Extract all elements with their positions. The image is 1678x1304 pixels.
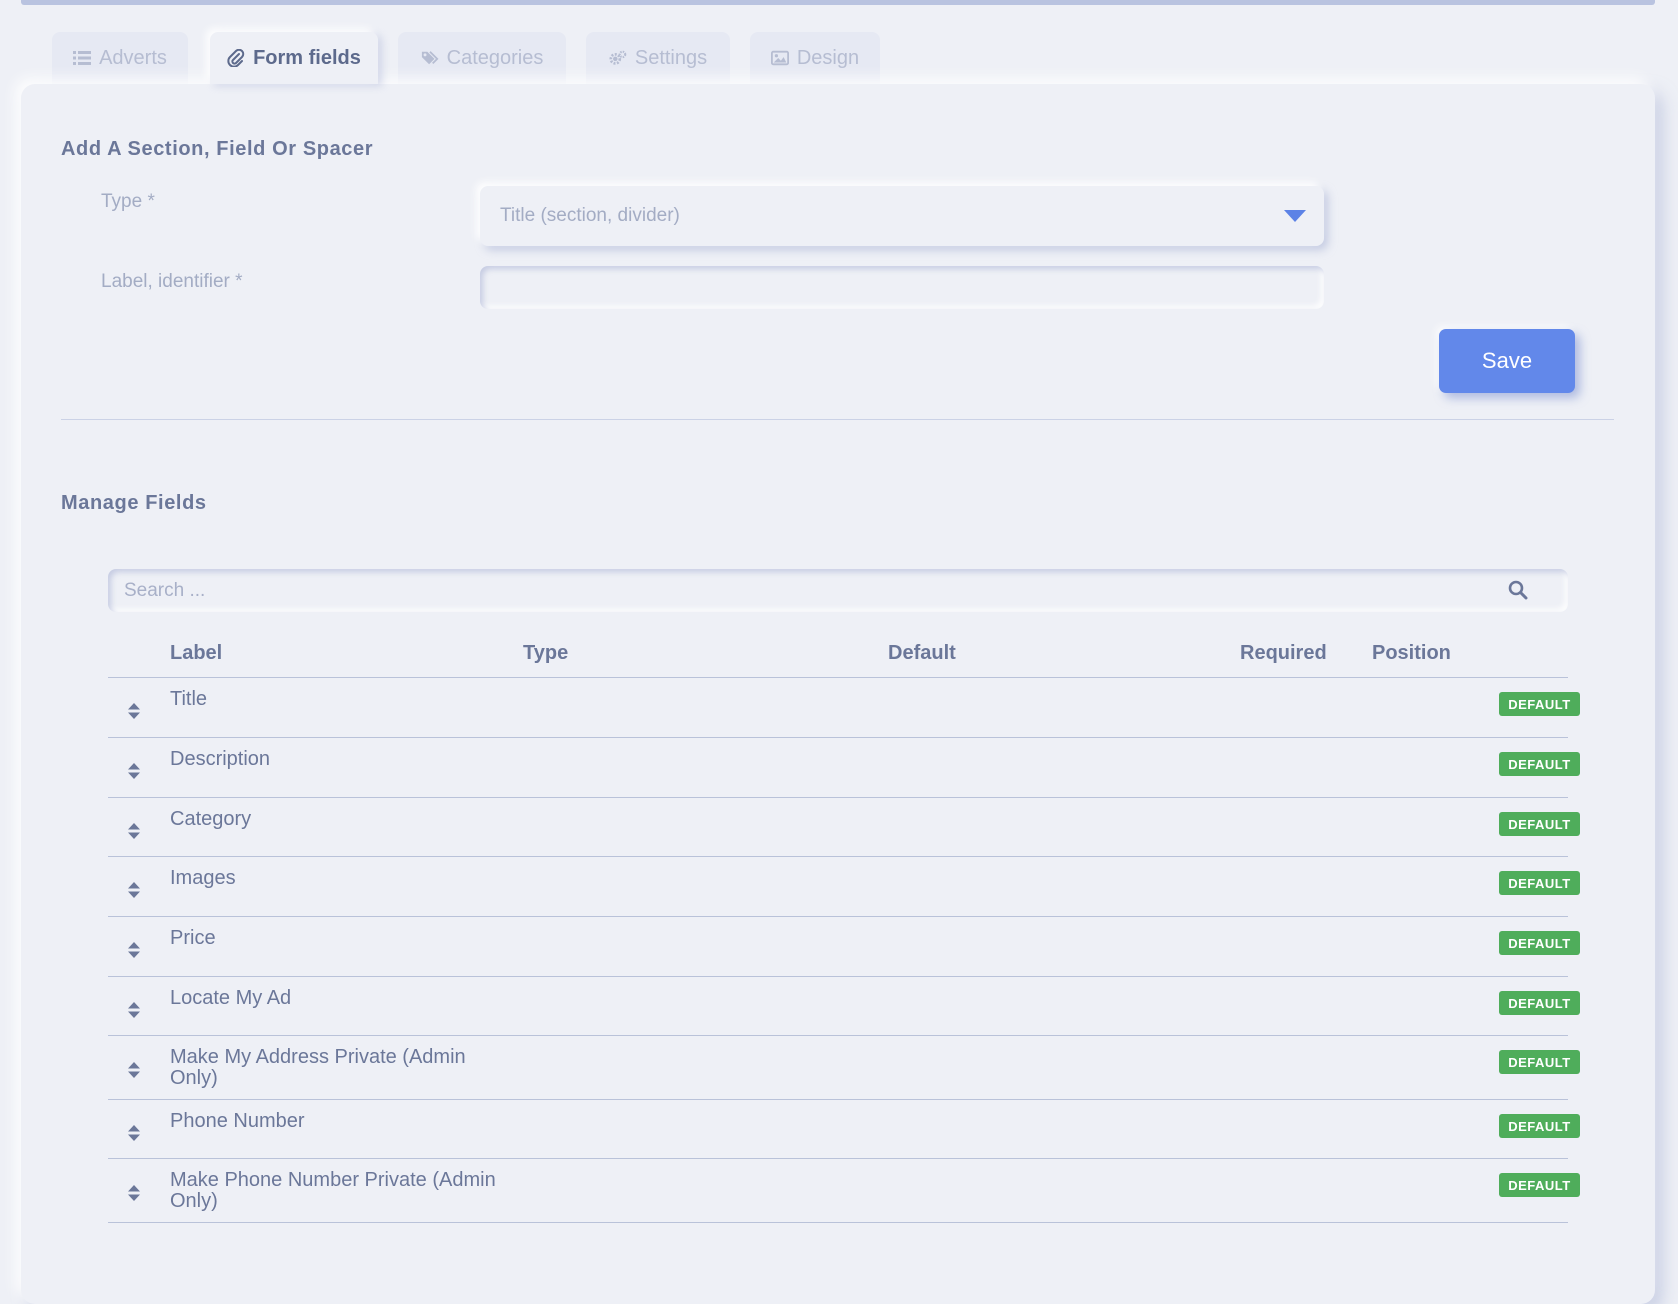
top-accent-bar bbox=[21, 0, 1655, 5]
tab-form-fields[interactable]: Form fields bbox=[210, 32, 378, 84]
column-header-required[interactable]: Required bbox=[1240, 642, 1327, 665]
field-label: Make Phone Number Private (Admin Only) bbox=[170, 1169, 496, 1212]
tab-categories[interactable]: Categories bbox=[398, 32, 566, 84]
sort-handle-icon[interactable] bbox=[127, 1001, 141, 1019]
field-label: Locate My Ad bbox=[170, 987, 292, 1009]
field-label: Price bbox=[170, 927, 216, 949]
type-select-value: Title (section, divider) bbox=[500, 205, 680, 226]
tab-design[interactable]: Design bbox=[750, 32, 880, 84]
identifier-label: Label, identifier * bbox=[101, 271, 243, 292]
sort-handle-icon[interactable] bbox=[127, 702, 141, 720]
tab-label: Adverts bbox=[99, 46, 167, 69]
column-header-label[interactable]: Label bbox=[170, 642, 222, 665]
sort-handle-icon[interactable] bbox=[127, 762, 141, 780]
default-badge: DEFAULT bbox=[1499, 752, 1580, 776]
tab-label: Design bbox=[796, 46, 860, 69]
field-label: Images bbox=[170, 867, 236, 889]
section-divider bbox=[61, 419, 1614, 420]
table-row[interactable]: Make Phone Number Private (Admin Only) D… bbox=[108, 1159, 1580, 1223]
table-row[interactable]: Category DEFAULT bbox=[108, 798, 1580, 857]
default-badge: DEFAULT bbox=[1499, 871, 1580, 895]
tab-settings[interactable]: Settings bbox=[586, 32, 730, 84]
type-select[interactable]: Title (section, divider) bbox=[480, 186, 1324, 246]
type-label: Type * bbox=[101, 191, 155, 212]
chevron-down-icon bbox=[1284, 210, 1306, 222]
search-icon[interactable] bbox=[1508, 580, 1528, 600]
field-label: Description bbox=[170, 748, 271, 770]
sort-handle-icon[interactable] bbox=[127, 822, 141, 840]
sort-handle-icon[interactable] bbox=[127, 941, 141, 959]
field-label: Category bbox=[170, 808, 252, 830]
form-fields-panel: Add A Section, Field Or Spacer Type * Ti… bbox=[21, 84, 1655, 1304]
column-header-position[interactable]: Position bbox=[1372, 642, 1451, 665]
gears-icon bbox=[609, 50, 627, 65]
field-label: Make My Address Private (Admin Only) bbox=[170, 1046, 466, 1089]
default-badge: DEFAULT bbox=[1499, 812, 1580, 836]
default-badge: DEFAULT bbox=[1499, 692, 1580, 716]
default-badge: DEFAULT bbox=[1499, 991, 1580, 1015]
field-label: Title bbox=[170, 688, 208, 710]
tab-label: Categories bbox=[446, 46, 544, 69]
identifier-input[interactable] bbox=[480, 266, 1324, 309]
save-button[interactable]: Save bbox=[1439, 329, 1575, 393]
table-row[interactable]: Phone Number DEFAULT bbox=[108, 1100, 1580, 1159]
manage-fields-title: Manage Fields bbox=[61, 492, 207, 514]
default-badge: DEFAULT bbox=[1499, 1050, 1580, 1074]
search-box bbox=[108, 569, 1568, 612]
default-badge: DEFAULT bbox=[1499, 1114, 1580, 1138]
table-row[interactable]: Images DEFAULT bbox=[108, 857, 1580, 917]
paperclip-icon bbox=[227, 49, 245, 67]
field-label: Phone Number bbox=[170, 1110, 305, 1132]
fields-table: Label Type Default Required Position Tit… bbox=[108, 630, 1580, 1223]
default-badge: DEFAULT bbox=[1499, 1173, 1580, 1197]
add-section-title: Add A Section, Field Or Spacer bbox=[61, 138, 374, 160]
tags-icon bbox=[421, 51, 439, 65]
default-badge: DEFAULT bbox=[1499, 931, 1580, 955]
table-row[interactable]: Description DEFAULT bbox=[108, 738, 1580, 798]
column-header-default[interactable]: Default bbox=[888, 642, 956, 665]
table-row[interactable]: Make My Address Private (Admin Only) DEF… bbox=[108, 1036, 1580, 1100]
tab-label: Settings bbox=[634, 46, 708, 69]
column-header-type[interactable]: Type bbox=[523, 642, 568, 665]
image-icon bbox=[770, 50, 789, 66]
table-row[interactable]: Title DEFAULT bbox=[108, 678, 1580, 738]
table-row[interactable]: Price DEFAULT bbox=[108, 917, 1580, 977]
tab-label: Form fields bbox=[253, 46, 361, 69]
list-icon bbox=[73, 51, 92, 65]
table-header: Label Type Default Required Position bbox=[108, 630, 1568, 678]
table-row[interactable]: Locate My Ad DEFAULT bbox=[108, 977, 1580, 1036]
tab-adverts[interactable]: Adverts bbox=[52, 32, 188, 84]
sort-handle-icon[interactable] bbox=[127, 881, 141, 899]
sort-handle-icon[interactable] bbox=[127, 1124, 141, 1142]
sort-handle-icon[interactable] bbox=[127, 1061, 141, 1079]
search-input[interactable] bbox=[108, 569, 1568, 612]
sort-handle-icon[interactable] bbox=[127, 1184, 141, 1202]
